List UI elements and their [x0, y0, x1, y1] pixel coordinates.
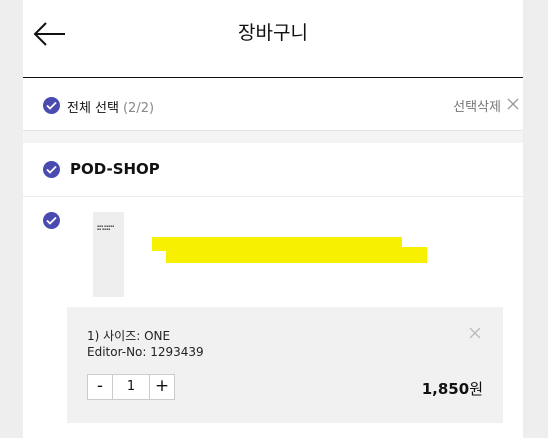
close-icon[interactable] [469, 327, 481, 339]
product-thumbnail[interactable]: ▪▪▪ ▪▪▪▪▪ ▪▪ ▪▪▪▪ [93, 212, 124, 297]
check-icon [46, 101, 57, 110]
select-all-checkbox[interactable] [43, 97, 60, 114]
check-icon [46, 216, 57, 225]
quantity-decrease-button[interactable]: - [88, 375, 113, 399]
page-title: 장바구니 [238, 22, 308, 44]
quantity-stepper: - + [87, 374, 175, 400]
section-divider [23, 131, 523, 143]
thumbnail-print: ▪▪▪ ▪▪▪▪▪ ▪▪ ▪▪▪▪ [97, 224, 115, 231]
option-box: 1) 사이즈: ONE Editor-No: 1293439 - + 1,850… [67, 307, 503, 423]
delete-selected-label: 선택삭제 [453, 100, 501, 115]
item-price: 1,850원 [422, 378, 483, 399]
cart-panel: 장바구니 전체 선택 (2/2) 선택삭제 POD-SHOP ▪▪▪ ▪▪▪▪▪… [23, 0, 523, 438]
select-all-text: 전체 선택 [67, 101, 119, 116]
select-all-label: 전체 선택 (2/2) [67, 97, 154, 116]
option-size: 1) 사이즈: ONE [87, 329, 171, 343]
shop-checkbox[interactable] [43, 161, 60, 178]
price-value: 1,850 [421, 380, 470, 398]
price-currency: 원 [469, 380, 483, 398]
check-icon [46, 165, 57, 174]
item-checkbox[interactable] [43, 212, 60, 229]
shop-row: POD-SHOP [23, 143, 523, 197]
editor-number: Editor-No: 1293439 [87, 345, 204, 359]
select-all-count: (2/2) [122, 101, 155, 116]
quantity-input[interactable] [113, 375, 149, 399]
shop-name: POD-SHOP [70, 160, 160, 178]
product-name-highlight [166, 247, 427, 263]
delete-selected-button[interactable]: 선택삭제 [453, 96, 519, 115]
select-all-row: 전체 선택 (2/2) 선택삭제 [23, 79, 523, 131]
close-icon [507, 98, 519, 110]
header: 장바구니 [23, 0, 523, 78]
quantity-increase-button[interactable]: + [149, 375, 174, 399]
